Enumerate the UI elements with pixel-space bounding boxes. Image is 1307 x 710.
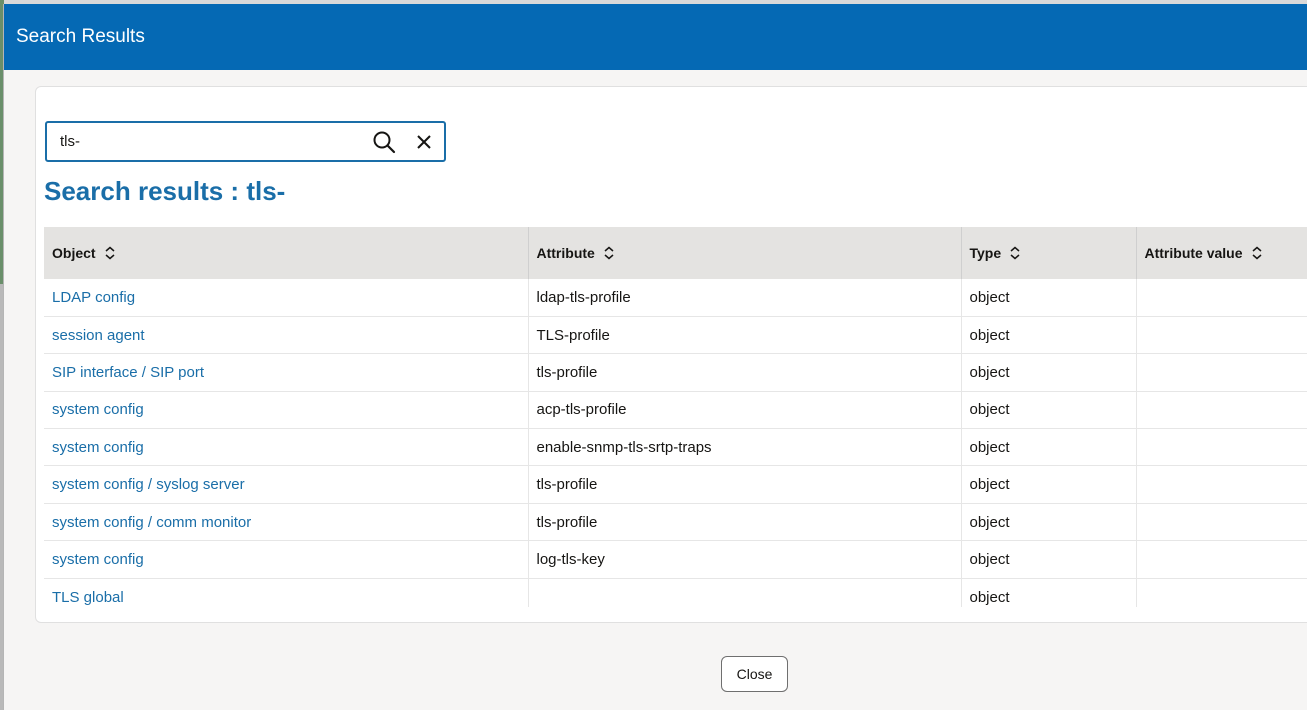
object-link[interactable]: system config: [52, 439, 144, 456]
column-header-content: Attribute: [537, 245, 961, 261]
column-header-attribute-value[interactable]: Attribute value: [1136, 227, 1307, 279]
search-input[interactable]: tls-: [47, 133, 364, 150]
table-cell-type: object: [961, 465, 1137, 504]
column-header-content: Attribute value: [1145, 245, 1307, 261]
table-cell-type: object: [961, 428, 1137, 467]
table-row: system config enable-snmp-tls-srtp-traps o…: [44, 428, 1307, 467]
table-cell-object: TLS global: [44, 578, 529, 607]
table-cell-attribute: acp-tls-profile: [528, 391, 962, 430]
table-header-row: Object Attribute Type Attribute value: [44, 227, 1307, 279]
table-cell-object: system config / syslog server: [44, 465, 529, 504]
table-cell-attribute-value: [1136, 578, 1307, 607]
object-link[interactable]: LDAP config: [52, 289, 135, 306]
column-header-content: Object: [52, 245, 528, 261]
results-table-container: Object Attribute Type Attribute value LDAP …: [44, 227, 1307, 607]
table-cell-attribute: [528, 578, 962, 607]
sort-icon[interactable]: [603, 246, 615, 260]
column-header-label: Attribute value: [1144, 245, 1243, 261]
close-icon[interactable]: [404, 123, 444, 160]
object-link[interactable]: session agent: [52, 327, 145, 344]
table-cell-attribute-value: [1136, 428, 1307, 467]
table-row: TLS global object: [44, 578, 1307, 607]
sort-icon[interactable]: [104, 246, 116, 260]
table-cell-type: object: [961, 316, 1137, 355]
table-cell-attribute: tls-profile: [528, 353, 962, 392]
table-row: SIP interface / SIP port tls-profile objec…: [44, 353, 1307, 392]
dialog-title: Search Results: [16, 26, 145, 47]
table-cell-object: system config / comm monitor: [44, 503, 529, 542]
table-cell-type: object: [961, 353, 1137, 392]
column-header-label: Type: [969, 245, 1002, 261]
table-cell-type: object: [961, 578, 1137, 607]
table-row: system config acp-tls-profile object: [44, 391, 1307, 430]
table-cell-object: LDAP config: [44, 279, 529, 317]
search-icon[interactable]: [364, 123, 404, 160]
search-field[interactable]: tls-: [45, 121, 446, 162]
table-cell-attribute: enable-snmp-tls-srtp-traps: [528, 428, 962, 467]
table-cell-attribute-value: [1136, 540, 1307, 579]
table-cell-object: session agent: [44, 316, 529, 355]
table-cell-attribute: ldap-tls-profile: [528, 279, 962, 317]
table-cell-attribute-value: [1136, 465, 1307, 504]
column-header-type[interactable]: Type: [961, 227, 1137, 279]
dialog-header: Search Results: [4, 4, 1307, 70]
table-cell-attribute: TLS-profile: [528, 316, 962, 355]
table-cell-type: object: [961, 503, 1137, 542]
results-title: Search results : tls-: [44, 176, 286, 206]
object-link[interactable]: system config / comm monitor: [52, 514, 251, 531]
table-cell-type: object: [961, 391, 1137, 430]
table-cell-type: object: [961, 279, 1137, 317]
sort-icon[interactable]: [1009, 246, 1021, 260]
table-cell-attribute-value: [1136, 391, 1307, 430]
table-cell-attribute: log-tls-key: [528, 540, 962, 579]
table-row: session agent TLS-profile object: [44, 316, 1307, 355]
table-cell-attribute-value: [1136, 279, 1307, 317]
table-cell-type: object: [961, 540, 1137, 579]
table-row: system config / comm monitor tls-profile o…: [44, 503, 1307, 542]
table-cell-object: system config: [44, 391, 529, 430]
table-cell-attribute-value: [1136, 353, 1307, 392]
table-cell-attribute-value: [1136, 316, 1307, 355]
table-cell-attribute-value: [1136, 503, 1307, 542]
object-link[interactable]: system config: [52, 401, 144, 418]
sort-icon[interactable]: [1251, 246, 1263, 260]
table-row: system config log-tls-key object: [44, 540, 1307, 579]
object-link[interactable]: TLS global: [52, 589, 124, 606]
column-header-object[interactable]: Object: [44, 227, 529, 279]
object-link[interactable]: system config / syslog server: [52, 476, 245, 493]
search-results-dialog: Search Results tls- Search results : tls…: [3, 4, 1307, 710]
table-cell-attribute: tls-profile: [528, 503, 962, 542]
table-row: system config / syslog server tls-profile…: [44, 465, 1307, 504]
column-header-label: Attribute: [536, 245, 595, 261]
column-header-attribute[interactable]: Attribute: [528, 227, 962, 279]
results-panel: tls- Search results : tls- Object Attribu…: [35, 86, 1307, 623]
table-cell-object: system config: [44, 540, 529, 579]
table-cell-object: SIP interface / SIP port: [44, 353, 529, 392]
table-body: LDAP config ldap-tls-profile object session…: [44, 279, 1307, 607]
close-button[interactable]: Close: [721, 656, 788, 692]
column-header-content: Type: [970, 245, 1136, 261]
table-cell-object: system config: [44, 428, 529, 467]
column-header-label: Object: [52, 245, 96, 261]
table-cell-attribute: tls-profile: [528, 465, 962, 504]
object-link[interactable]: SIP interface / SIP port: [52, 364, 204, 381]
object-link[interactable]: system config: [52, 551, 144, 568]
table-row: LDAP config ldap-tls-profile object: [44, 279, 1307, 317]
results-table: Object Attribute Type Attribute value LDAP …: [44, 227, 1307, 607]
